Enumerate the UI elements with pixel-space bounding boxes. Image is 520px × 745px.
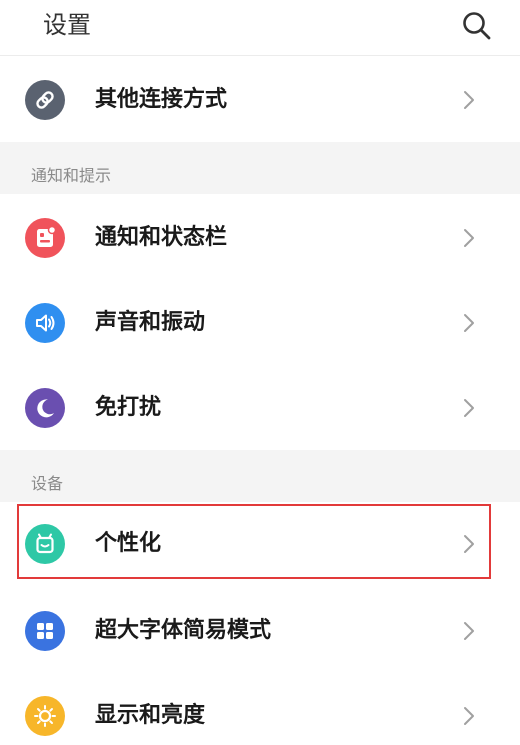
page-title: 设置 bbox=[43, 11, 91, 39]
chevron-right-icon bbox=[464, 622, 474, 640]
settings-item-label: 通知和状态栏 bbox=[95, 225, 228, 250]
settings-item-label: 免打扰 bbox=[95, 395, 162, 420]
section-label: 设备 bbox=[31, 474, 64, 493]
section-header-device: 设备 bbox=[0, 450, 520, 502]
chevron-right-icon bbox=[464, 399, 474, 417]
section-header-notifications: 通知和提示 bbox=[0, 142, 520, 194]
settings-item-other-connection[interactable]: 其他连接方式 bbox=[0, 58, 520, 142]
settings-item-label: 显示和亮度 bbox=[95, 703, 206, 728]
settings-item-label: 超大字体简易模式 bbox=[95, 618, 272, 643]
settings-item-label: 声音和振动 bbox=[95, 310, 206, 335]
sun-icon bbox=[25, 696, 65, 736]
link-icon bbox=[25, 80, 65, 120]
chevron-right-icon bbox=[464, 707, 474, 725]
top-bar: 设置 bbox=[0, 0, 520, 56]
settings-item-large-font[interactable]: 超大字体简易模式 bbox=[0, 589, 520, 673]
settings-item-sound-vibration[interactable]: 声音和振动 bbox=[0, 281, 520, 365]
chevron-right-icon bbox=[464, 229, 474, 247]
notification-icon bbox=[25, 218, 65, 258]
settings-item-display-brightness[interactable]: 显示和亮度 bbox=[0, 674, 520, 745]
settings-item-label: 其他连接方式 bbox=[95, 87, 228, 112]
section-label: 通知和提示 bbox=[31, 166, 112, 185]
highlight-frame bbox=[17, 504, 491, 579]
moon-icon bbox=[25, 388, 65, 428]
search-icon[interactable] bbox=[460, 9, 494, 43]
speaker-icon bbox=[25, 303, 65, 343]
settings-item-do-not-disturb[interactable]: 免打扰 bbox=[0, 366, 520, 450]
settings-item-notification-bar[interactable]: 通知和状态栏 bbox=[0, 196, 520, 280]
chevron-right-icon bbox=[464, 314, 474, 332]
grid-icon bbox=[25, 611, 65, 651]
chevron-right-icon bbox=[464, 91, 474, 109]
